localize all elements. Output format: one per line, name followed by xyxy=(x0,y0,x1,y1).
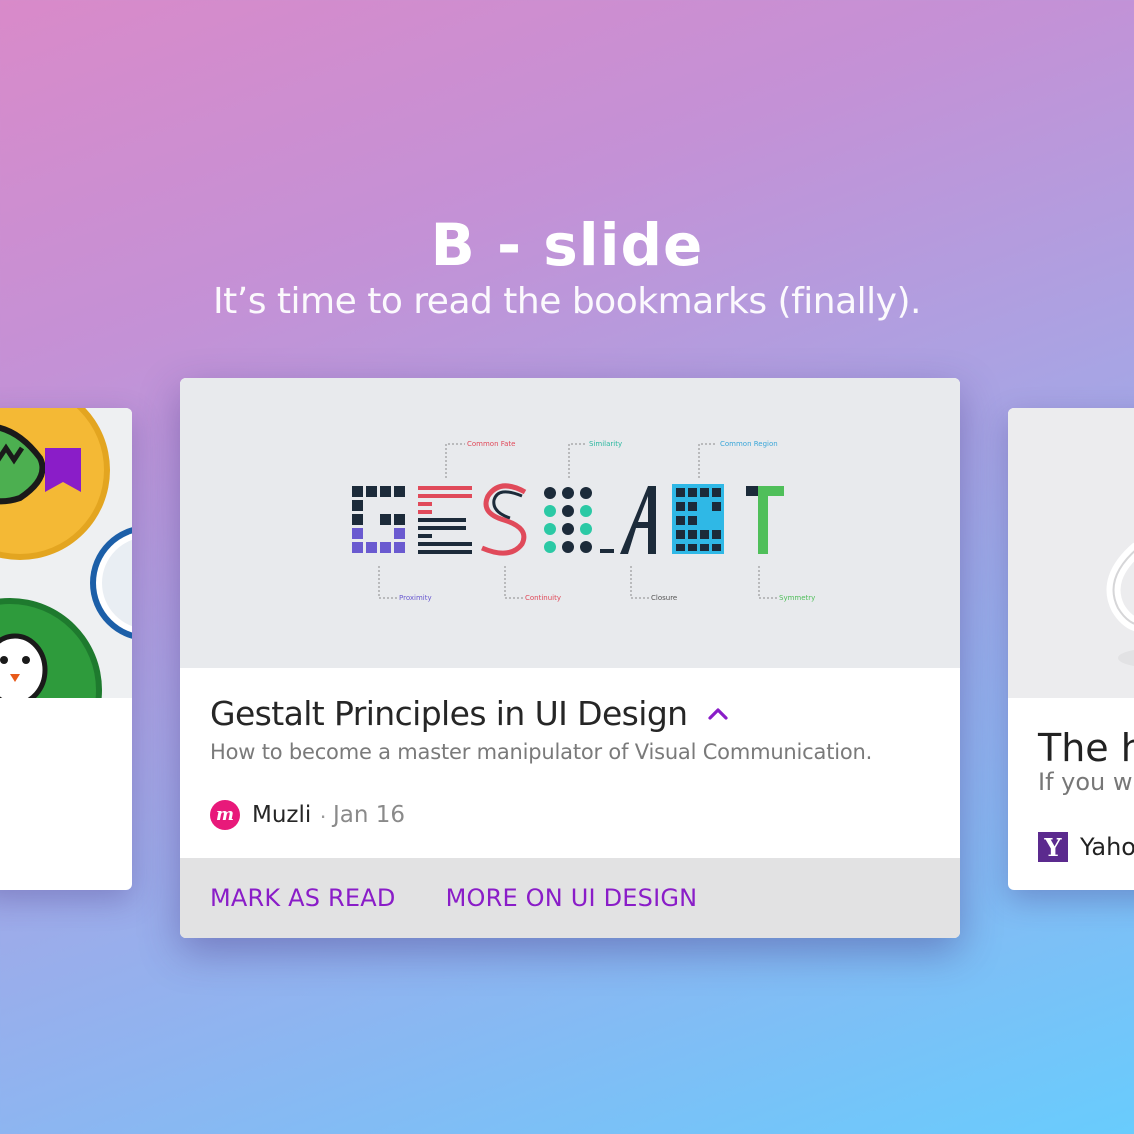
headphones-illustration xyxy=(1008,408,1134,698)
card-right-source: Y Yaho xyxy=(1038,832,1134,862)
more-on-ui-design-button[interactable]: More on UI design xyxy=(446,884,698,912)
card-right-title: The he xyxy=(1038,726,1134,770)
label-common-fate: Common Fate xyxy=(467,440,515,448)
gestalt-illustration: Common Fate Similarity Common Region Pro… xyxy=(180,378,960,668)
label-similarity: Similarity xyxy=(589,440,622,448)
pins-illustration xyxy=(0,408,132,698)
yahoo-logo-icon: Y xyxy=(1038,832,1068,862)
letter-l xyxy=(672,484,724,554)
card-right-subtitle: If you wa xyxy=(1038,768,1134,796)
card-actions: Mark as read More on UI design xyxy=(180,858,960,938)
card-right-source-name: Yaho xyxy=(1080,833,1134,861)
card-subtitle: How to become a master manipulator of Vi… xyxy=(210,740,873,764)
bookmark-card-main[interactable]: Common Fate Similarity Common Region Pro… xyxy=(180,378,960,938)
gestalt-image: Common Fate Similarity Common Region Pro… xyxy=(180,378,960,668)
slide-heading: B - slide It’s time to read the bookmark… xyxy=(0,210,1134,324)
card-left-image xyxy=(0,408,132,698)
muzli-logo-letter: m xyxy=(216,805,234,825)
yahoo-logo-letter: Y xyxy=(1044,832,1062,862)
letter-e xyxy=(418,486,472,554)
label-continuity: Continuity xyxy=(525,594,561,602)
card-source: m Muzli · Jan 16 xyxy=(210,800,405,830)
card-title-row: Gestalt Principles in UI Design xyxy=(210,694,730,733)
label-common-region: Common Region xyxy=(720,440,778,448)
label-proximity: Proximity xyxy=(399,594,432,602)
source-date: Jan 16 xyxy=(332,802,405,828)
bookmark-card-left[interactable] xyxy=(0,408,132,890)
label-closure: Closure xyxy=(651,594,677,602)
bookmark-card-right[interactable]: The he If you wa Y Yaho xyxy=(1008,408,1134,890)
source-separator: · xyxy=(319,801,327,828)
label-symmetry: Symmetry xyxy=(779,594,815,602)
card-title: Gestalt Principles in UI Design xyxy=(210,694,688,733)
card-right-image xyxy=(1008,408,1134,698)
chevron-up-icon[interactable] xyxy=(706,702,730,726)
slide-title: B - slide xyxy=(430,211,704,279)
muzli-logo-icon: m xyxy=(210,800,240,830)
mark-as-read-button[interactable]: Mark as read xyxy=(210,884,396,912)
slide-subtitle: It’s time to read the bookmarks (finally… xyxy=(213,281,921,322)
source-name: Muzli xyxy=(252,802,312,828)
